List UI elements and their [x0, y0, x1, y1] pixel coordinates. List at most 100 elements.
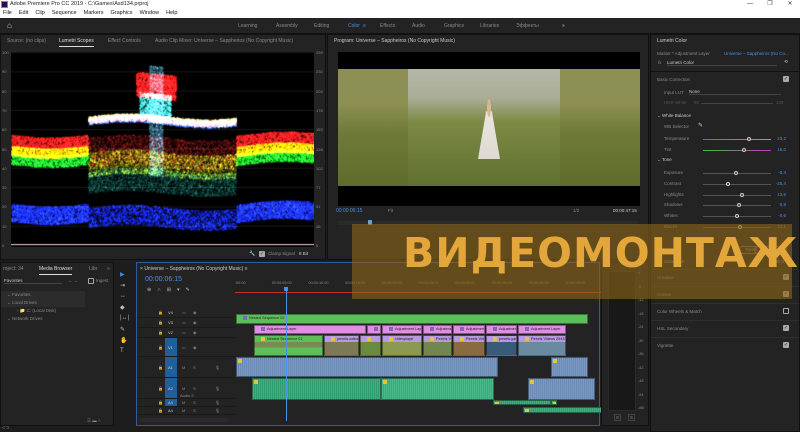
tree-item[interactable]: › 📁 C: (Local Disk) — [1, 307, 85, 315]
program-timecode[interactable]: 00:00:06:15 — [336, 208, 362, 214]
timeline-clip[interactable] — [236, 357, 498, 377]
workspace-tab-2[interactable]: Editing — [314, 18, 329, 34]
workspace-tab-8[interactable]: Эффекты — [516, 18, 539, 34]
workspace-tab-6[interactable]: Graphics — [444, 18, 464, 34]
ingest-checkbox[interactable] — [88, 278, 94, 284]
whites-value[interactable]: -0,6 — [772, 213, 786, 218]
timeline-clip[interactable] — [252, 378, 381, 400]
basic-correction-header[interactable]: Basic Correction — [657, 77, 690, 82]
exposure-slider[interactable] — [703, 173, 771, 174]
timeline-clip[interactable]: Adjustment Lay — [382, 325, 422, 334]
contrast-value[interactable]: -25,4 — [772, 181, 786, 186]
shadows-value[interactable]: 5,9 — [772, 202, 786, 207]
shadows-slider-knob[interactable] — [737, 203, 741, 207]
tool-hand-icon[interactable]: ✋ — [120, 337, 127, 344]
effect-select[interactable]: Lumetri Color — [667, 60, 777, 66]
nav-arrows-icon[interactable]: ← → — [68, 278, 78, 283]
timeline-clip[interactable]: pexels-cottonbro — [324, 335, 359, 356]
minimize-button[interactable]: — — [740, 0, 760, 9]
timeline-clip[interactable] — [367, 325, 381, 334]
close-button[interactable]: ✕ — [780, 0, 800, 9]
meter-solo-button[interactable]: S — [628, 414, 635, 421]
timeline-horizontal-scrollbar[interactable] — [139, 418, 229, 422]
menu-clip[interactable]: Clip — [35, 9, 44, 18]
timeline-clip[interactable]: Adjustment Layer — [518, 325, 566, 334]
timeline-clip[interactable]: pexels-yar — [486, 335, 517, 356]
source-tab-1[interactable]: Lumetri Scopes — [59, 35, 94, 47]
tool-pen-icon[interactable]: ✎ — [120, 326, 125, 333]
sequence-clip-link[interactable]: Universe – Sappheiros (No Co... — [724, 51, 789, 56]
timeline-clip[interactable] — [360, 335, 381, 356]
tint-value[interactable]: 16,0 — [772, 147, 786, 152]
tint-slider[interactable] — [703, 150, 771, 151]
project-tab-2[interactable]: Libr — [89, 263, 97, 275]
menu-sequence[interactable]: Sequence — [52, 9, 77, 18]
wrench-icon[interactable]: 🔧 — [249, 251, 255, 257]
timeline-clip[interactable] — [381, 378, 494, 400]
timeline-clip[interactable]: Pexels Videos 294322 — [518, 335, 566, 356]
basic-correction-checkbox[interactable]: ✓ — [783, 76, 789, 82]
exposure-slider-knob[interactable] — [734, 171, 738, 175]
meter-solo-button[interactable]: S — [614, 414, 621, 421]
section-3[interactable]: HSL Secondary — [657, 326, 688, 331]
reset-effect-icon[interactable]: ⟲ — [784, 59, 788, 65]
workspace-menu-icon[interactable]: ≡ — [363, 18, 366, 34]
temperature-value[interactable]: 23,2 — [772, 136, 786, 141]
timeline-clip[interactable]: Adjustment Layer — [254, 325, 366, 334]
timeline-clip[interactable]: Adjustment — [486, 325, 517, 334]
source-tab-2[interactable]: Effect Controls — [108, 35, 141, 47]
workspace-tab-0[interactable]: Learning — [238, 18, 257, 34]
input-lut-select[interactable]: None — [689, 89, 781, 95]
menu-edit[interactable]: Edit — [19, 9, 28, 18]
master-clip-select[interactable]: Master * Adjustment Layer — [657, 51, 710, 56]
timeline-clip[interactable]: Pexels Vi — [423, 335, 452, 356]
menu-markers[interactable]: Markers — [84, 9, 104, 18]
section-4-checkbox[interactable]: ✓ — [783, 342, 789, 348]
tone-header[interactable]: ⌄ Tone — [657, 157, 672, 163]
section-2-checkbox[interactable] — [783, 308, 789, 314]
source-tab-3[interactable]: Audio Clip Mixer: Universe – Sappheiros … — [155, 35, 293, 47]
contrast-slider[interactable] — [703, 184, 771, 185]
more-panels-icon[interactable]: » — [107, 263, 110, 275]
bit-depth-select[interactable]: 8 Bit — [299, 251, 308, 256]
timeline-clip[interactable] — [493, 400, 551, 405]
clamp-signal-checkbox[interactable]: ✓ — [259, 251, 265, 257]
eyedropper-icon[interactable]: ✎ — [698, 122, 703, 129]
workspace-more-icon[interactable]: » — [562, 18, 565, 34]
restore-button[interactable]: ❐ — [760, 0, 780, 9]
contrast-slider-knob[interactable] — [726, 182, 730, 186]
tool-track-select-icon[interactable]: ⇥ — [120, 282, 125, 289]
project-tab-1[interactable]: Media Browser — [39, 263, 72, 275]
white-balance-header[interactable]: ⌄ White Balance — [657, 113, 691, 119]
menu-graphics[interactable]: Graphics — [111, 9, 133, 18]
timeline-clip[interactable]: Pexels Vide — [453, 335, 485, 356]
menu-file[interactable]: File — [3, 9, 12, 18]
section-2[interactable]: Color Wheels & Match — [657, 309, 702, 314]
menu-help[interactable]: Help — [166, 9, 177, 18]
tool-type-icon[interactable]: T — [120, 348, 124, 354]
tint-slider-knob[interactable] — [742, 148, 746, 152]
favorites-select[interactable]: Favorites — [4, 278, 62, 284]
timeline-clip[interactable]: Nested Sequence 01 — [254, 335, 323, 356]
view-icons[interactable]: ☰ ▬ ○ — [87, 418, 101, 424]
menu-window[interactable]: Window — [140, 9, 160, 18]
tree-item[interactable]: ⌄ Favorites — [1, 291, 85, 299]
temperature-slider[interactable] — [703, 139, 771, 140]
timeline-clip[interactable] — [523, 407, 611, 413]
whites-slider[interactable] — [703, 216, 771, 217]
workspace-tab-3[interactable]: Color — [348, 18, 360, 34]
playback-resolution-select[interactable]: 1/2 — [573, 208, 579, 213]
highlights-slider-knob[interactable] — [740, 193, 744, 197]
tree-item[interactable]: ⌄ Local Drives — [1, 299, 85, 307]
workspace-tab-1[interactable]: Assembly — [276, 18, 298, 34]
temperature-slider-knob[interactable] — [747, 137, 751, 141]
whites-slider-knob[interactable] — [735, 214, 739, 218]
shadows-slider[interactable] — [703, 205, 771, 206]
tool-slip-icon[interactable]: |↔| — [120, 315, 129, 321]
tree-item[interactable]: ⌄ Network Drives — [1, 315, 85, 323]
project-tab-0[interactable]: roject: 34 — [3, 263, 24, 275]
home-icon[interactable]: ⌂ — [7, 21, 12, 30]
highlights-slider[interactable] — [703, 195, 771, 196]
workspace-tab-4[interactable]: Effects — [380, 18, 395, 34]
tool-ripple-edit-icon[interactable]: ↔ — [120, 293, 126, 299]
